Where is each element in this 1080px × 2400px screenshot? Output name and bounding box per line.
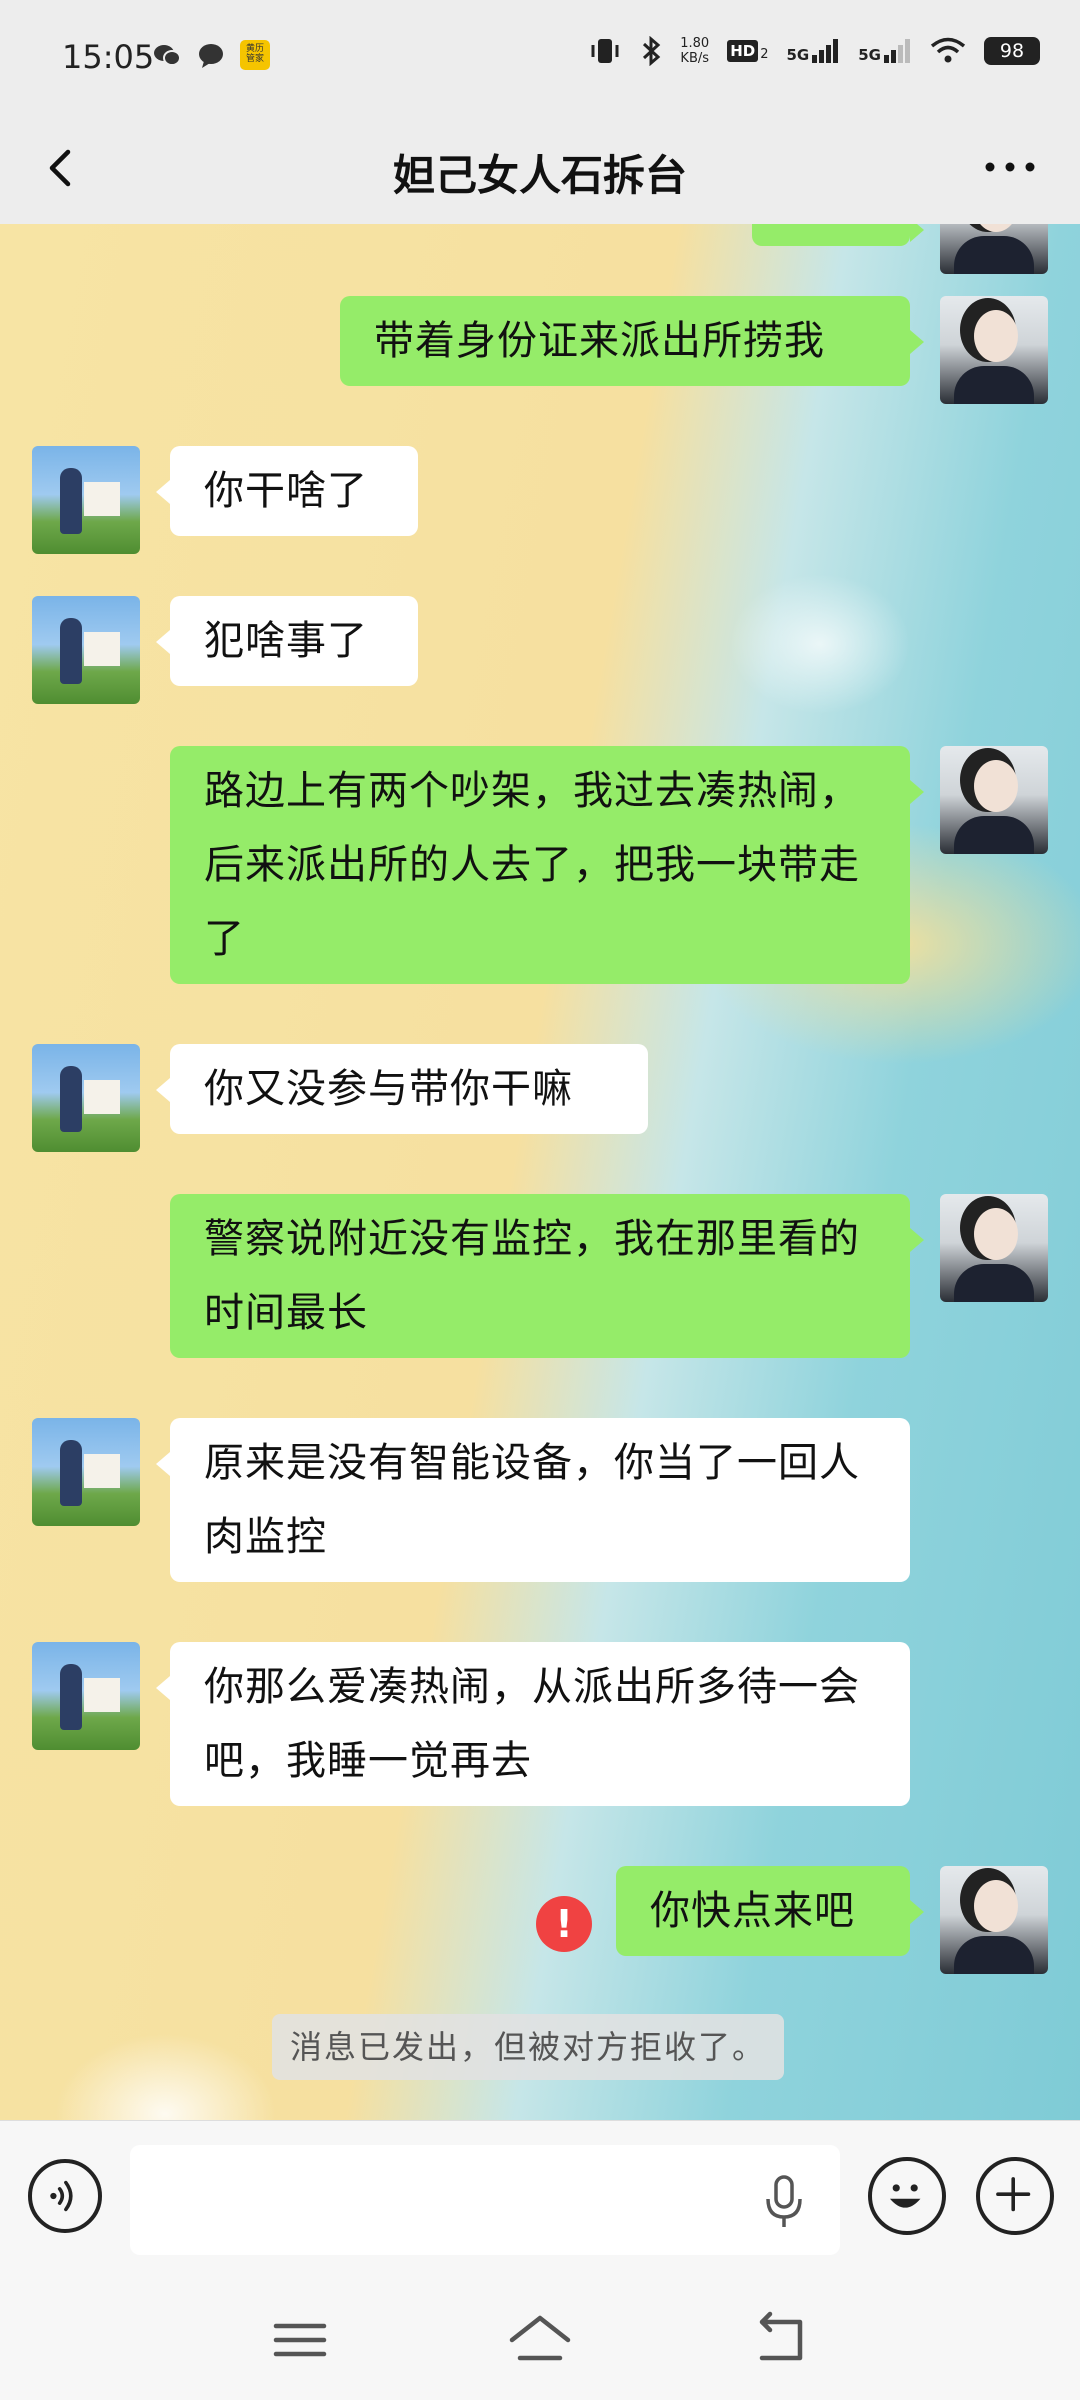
signal-1: 5G (787, 39, 841, 63)
calendar-app-badge-icon: 黄历 管家 (240, 40, 270, 70)
hd-sub: 2 (760, 47, 769, 62)
signal-bars-icon (812, 39, 839, 63)
message-input-bar (0, 2120, 1080, 2282)
my-avatar[interactable] (940, 1194, 1048, 1302)
message-bubble-sent[interactable]: 带着身份证来派出所捞我 (340, 296, 924, 386)
more-dots-icon[interactable] (980, 142, 1040, 192)
message-notification-icon (199, 44, 223, 68)
bluetooth-icon (643, 36, 661, 66)
chat-messages-area[interactable]: 带着身份证来派出所捞我 你干啥了 犯啥事了 路边上有两个吵架，我过去凑热闹，后来… (0, 224, 1080, 2120)
message-bubble-received[interactable]: 你又没参与带你干嘛 (156, 1044, 648, 1134)
my-avatar[interactable] (940, 1866, 1048, 1974)
vibrate-icon (591, 39, 619, 63)
system-notice: 消息已发出，但被对方拒收了。 (272, 2014, 785, 2080)
network-speed-unit: KB/s (680, 51, 710, 66)
home-icon[interactable] (508, 2310, 572, 2370)
my-avatar[interactable] (940, 746, 1048, 854)
badge-line1: 黄历 (245, 44, 264, 54)
wechat-notification-icon (154, 45, 181, 66)
battery-indicator: 98 (984, 37, 1040, 65)
microphone-icon[interactable] (762, 2175, 806, 2229)
signal-2: 5G (858, 39, 912, 63)
signal-bars-icon (884, 39, 910, 63)
contact-avatar[interactable] (32, 446, 140, 554)
wifi-icon (930, 37, 966, 63)
status-bar: 15:05 黄历 管家 1.80 KB/s HD 2 5G 5G 98 (0, 0, 1080, 112)
previous-message-bubble[interactable] (752, 224, 924, 246)
message-bubble-sent[interactable]: 路边上有两个吵架，我过去凑热闹，后来派出所的人去了，把我一块带走了 (170, 746, 924, 984)
my-avatar[interactable] (940, 224, 1048, 274)
network-speed: 1.80 KB/s (680, 36, 709, 66)
hd-label: HD (727, 40, 759, 62)
status-time: 15:05 (62, 38, 155, 76)
send-failed-icon[interactable]: ! (536, 1896, 592, 1952)
contact-avatar[interactable] (32, 1418, 140, 1526)
voice-toggle-icon[interactable] (28, 2159, 102, 2233)
plus-icon[interactable] (976, 2157, 1054, 2235)
message-input-field[interactable] (130, 2145, 840, 2255)
message-bubble-received[interactable]: 犯啥事了 (156, 596, 418, 686)
signal-2-label: 5G (858, 46, 881, 64)
message-bubble-received[interactable]: 你干啥了 (156, 446, 418, 536)
message-bubble-received[interactable]: 原来是没有智能设备，你当了一回人肉监控 (156, 1418, 910, 1582)
back-icon[interactable] (750, 2310, 814, 2370)
signal-1-label: 5G (786, 46, 810, 64)
status-system-icons: 1.80 KB/s HD 2 5G 5G 98 (588, 36, 1040, 66)
system-navigation-bar (0, 2282, 1080, 2400)
contact-avatar[interactable] (32, 596, 140, 704)
chat-title: 妲己女人石拆台 (392, 151, 687, 200)
status-notification-icons: 黄历 管家 (152, 40, 270, 70)
contact-avatar[interactable] (32, 1044, 140, 1152)
hd-indicator: HD 2 (727, 40, 769, 62)
chat-header: 妲己女人石拆台 (0, 112, 1080, 224)
menu-icon[interactable] (268, 2310, 332, 2370)
contact-avatar[interactable] (32, 1642, 140, 1750)
network-speed-value: 1.80 (680, 36, 710, 51)
message-bubble-sent[interactable]: 警察说附近没有监控，我在那里看的时间最长 (170, 1194, 924, 1358)
message-bubble-received[interactable]: 你那么爱凑热闹，从派出所多待一会吧，我睡一觉再去 (156, 1642, 910, 1806)
my-avatar[interactable] (940, 296, 1048, 404)
message-bubble-sent[interactable]: 你快点来吧 (616, 1866, 924, 1956)
emoji-icon[interactable] (868, 2157, 946, 2235)
badge-line2: 管家 (245, 54, 264, 64)
